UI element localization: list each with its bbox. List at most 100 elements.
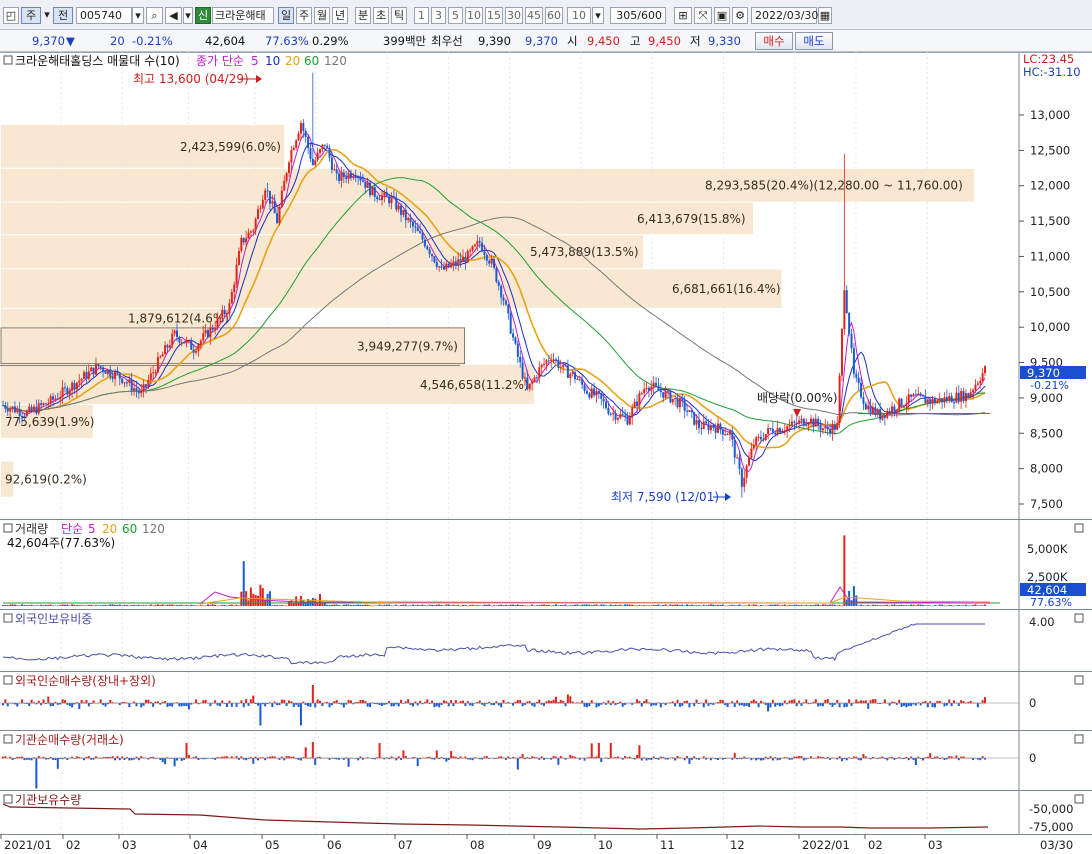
volume-bar: [700, 605, 703, 607]
panel-toggle-icon[interactable]: [3, 794, 13, 804]
foreign-net-bar: [817, 703, 820, 707]
candle-body: [640, 393, 643, 395]
drawing-icon[interactable]: ⤧: [694, 7, 712, 24]
inst-net-bar: [912, 758, 915, 761]
volume-bar: [61, 604, 64, 606]
minute-45[interactable]: 45: [525, 7, 543, 24]
bar-count-input[interactable]: 305/600: [610, 7, 666, 24]
inst-net-bar: [771, 758, 774, 761]
inst-net-bar: [471, 758, 474, 761]
candle-body: [452, 261, 455, 265]
candle-body: [292, 147, 295, 150]
foreign-net-bar: [185, 703, 188, 707]
minute-30[interactable]: 30: [505, 7, 523, 24]
interval-input[interactable]: 10: [567, 7, 591, 24]
foreign-net-bar: [271, 703, 274, 708]
volume-bar: [945, 605, 948, 607]
candle-body: [173, 330, 176, 334]
candle-body: [414, 226, 417, 228]
foreign-net-bar: [68, 703, 71, 706]
candle-body: [276, 213, 279, 224]
foreign-net-bar: [564, 703, 567, 707]
volume-bar: [562, 605, 565, 606]
volume-bar: [786, 605, 789, 607]
panel-toggle-icon[interactable]: [3, 55, 13, 65]
market-dropdown-icon[interactable]: ▾: [43, 7, 51, 24]
foreign-net-bar: [171, 703, 174, 707]
candle-body: [266, 190, 269, 192]
period-minute[interactable]: 분: [355, 7, 371, 24]
candle-body: [726, 434, 729, 436]
volume-bar: [693, 605, 696, 606]
candle-body: [159, 356, 162, 358]
minute-3[interactable]: 3: [431, 7, 446, 24]
candle-body: [557, 359, 560, 368]
interval-dropdown-icon[interactable]: ▾: [592, 7, 604, 24]
panel-toggle-icon[interactable]: [3, 613, 13, 623]
candle-body: [459, 259, 462, 262]
candle-body: [962, 391, 965, 402]
candle-body: [54, 398, 57, 400]
volume-bar: [166, 604, 169, 606]
foreign-ratio-tick: 4.00: [1029, 615, 1055, 629]
panel-toggle-icon[interactable]: [3, 734, 13, 744]
panel-toggle-icon[interactable]: [3, 523, 13, 533]
volume-bar: [817, 604, 820, 606]
candle-body: [240, 237, 243, 251]
minute-10[interactable]: 10: [465, 7, 483, 24]
speaker-icon[interactable]: ◀: [165, 7, 182, 24]
candle-body: [273, 201, 276, 214]
minute-60[interactable]: 60: [545, 7, 563, 24]
sell-button[interactable]: 매도: [795, 32, 833, 50]
minute-15[interactable]: 15: [485, 7, 503, 24]
period-day[interactable]: 일: [278, 7, 294, 24]
foreign-net-bar: [688, 703, 691, 708]
search-icon[interactable]: ⌕: [146, 7, 163, 24]
period-year[interactable]: 년: [332, 7, 348, 24]
calendar-icon[interactable]: ▦: [818, 7, 832, 24]
volume-bar: [85, 605, 88, 606]
code-dropdown-icon[interactable]: ▾: [132, 7, 144, 24]
ma-legend-label: 종가 단순: [196, 54, 244, 68]
period-month[interactable]: 월: [314, 7, 330, 24]
save-icon[interactable]: ▣: [714, 7, 730, 24]
volume-bar: [600, 604, 603, 606]
candle-body: [924, 396, 927, 404]
candle-body: [619, 414, 622, 418]
date-input[interactable]: 2022/03/30: [751, 7, 818, 24]
speaker-dropdown-icon[interactable]: ▾: [183, 7, 193, 24]
candle-body: [140, 391, 143, 394]
minute-1[interactable]: 1: [414, 7, 429, 24]
candle-body: [964, 393, 967, 402]
period-tick[interactable]: 틱: [391, 7, 407, 24]
candle-body: [168, 345, 171, 348]
stock-code-input[interactable]: 005740: [76, 7, 132, 24]
market-select[interactable]: 주: [21, 7, 41, 24]
candle-body: [824, 426, 827, 429]
ma-legend-120: 120: [324, 54, 347, 68]
stock-chart[interactable]: 8,293,585(20.4%)(12,280.00 ~ 11,760.00) 6…: [0, 52, 1092, 854]
gear-icon[interactable]: ⚙: [732, 7, 748, 24]
candle-body: [454, 261, 457, 266]
minute-5[interactable]: 5: [448, 7, 463, 24]
volume-bars: [2, 535, 1000, 607]
candle-body: [204, 330, 207, 334]
buy-button[interactable]: 매수: [755, 32, 793, 50]
period-second[interactable]: 초: [373, 7, 389, 24]
volume-bar: [121, 605, 124, 606]
chart-tools-icon[interactable]: ⊞: [674, 7, 692, 24]
range-select[interactable]: 전: [53, 7, 73, 24]
candle-body: [209, 327, 212, 338]
panel-toggle-icon[interactable]: [3, 675, 13, 685]
window-menu-icon[interactable]: ◰: [3, 7, 19, 24]
period-week[interactable]: 주: [296, 7, 312, 24]
foreign-net-bar: [819, 703, 822, 706]
x-tick-label: 09: [537, 838, 552, 852]
candle-body: [476, 241, 479, 245]
candle-body: [774, 432, 777, 435]
candle-body: [609, 413, 612, 415]
candle-body: [979, 381, 982, 384]
inst-net-bar: [857, 758, 860, 761]
inst-net-bar: [257, 758, 260, 761]
volume-bar: [304, 603, 307, 606]
